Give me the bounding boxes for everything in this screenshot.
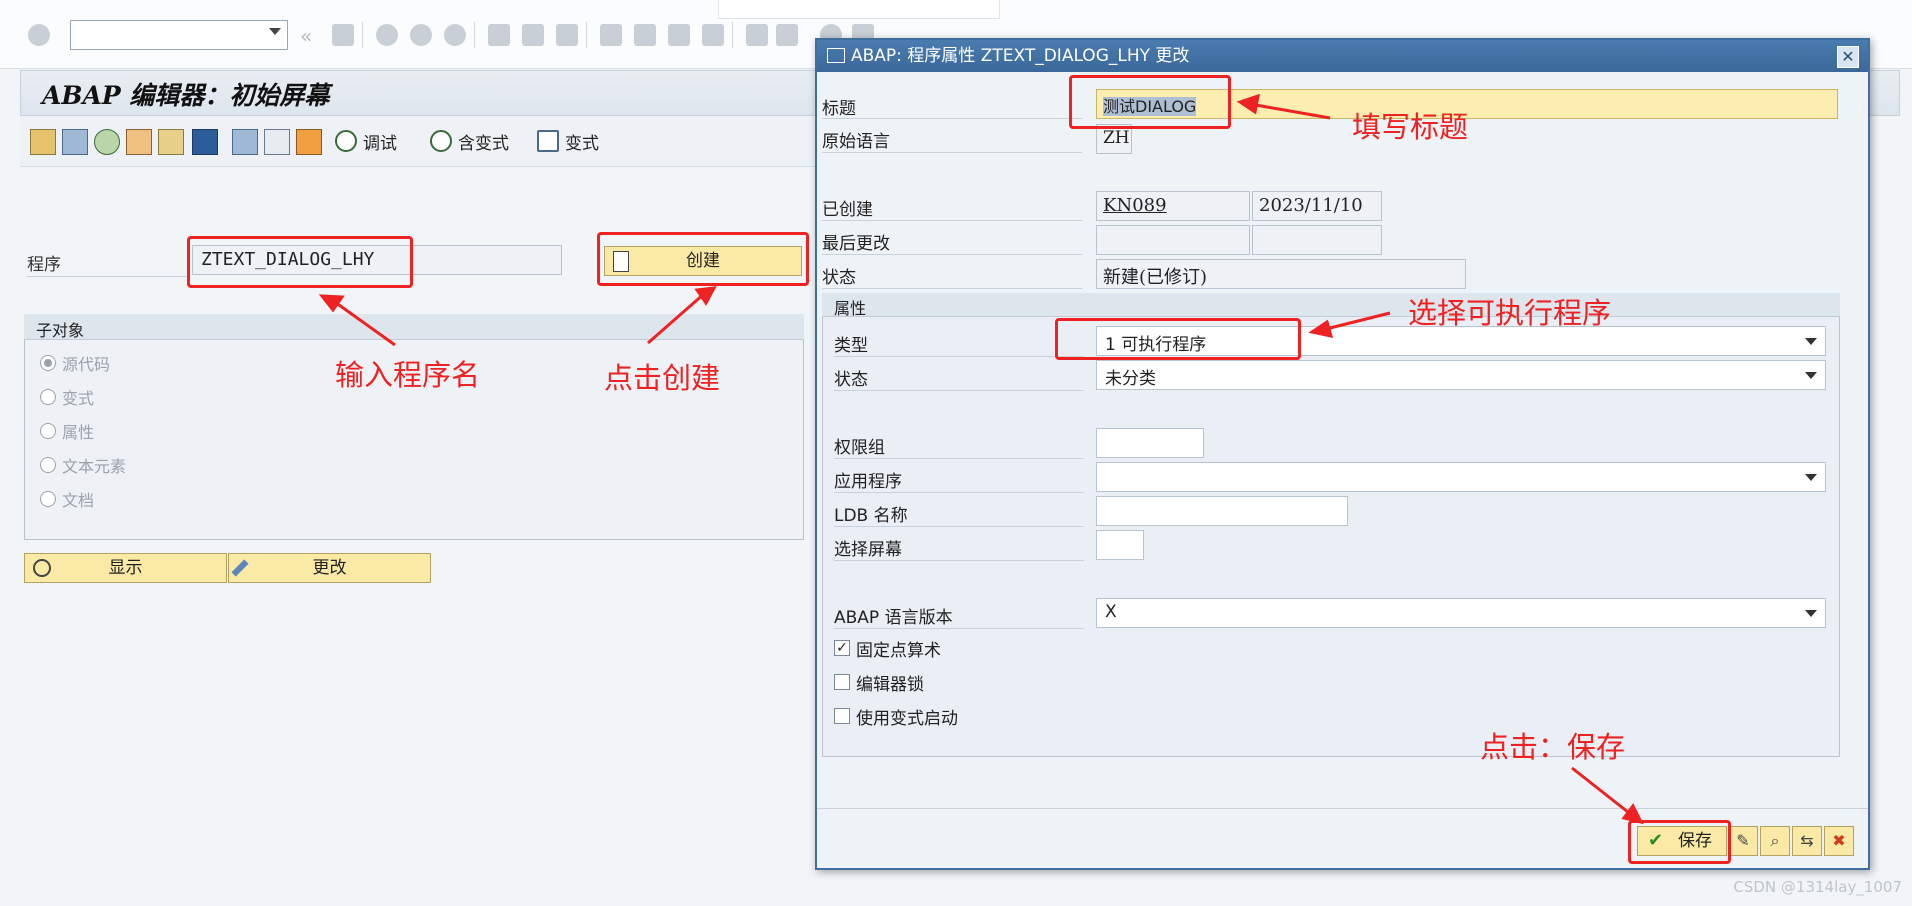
arrow-head: [1621, 803, 1644, 825]
arrow-to-create-button: [647, 291, 706, 345]
arrow-head: [318, 294, 345, 313]
arrow-head: [1308, 319, 1334, 338]
arrow-head: [694, 286, 717, 306]
annotation-fill-title: 填写标题: [1352, 110, 1469, 144]
annotation-click-save: 点击：保存: [1480, 730, 1626, 764]
annotation-arrows: [318, 93, 1644, 825]
annotation-select-type: 选择可执行程序: [1408, 296, 1612, 330]
watermark: CSDN @1314lay_1007: [1733, 878, 1902, 896]
arrow-to-type-select: [1321, 311, 1391, 332]
arrow-to-program-input: [331, 298, 396, 347]
arrow-to-title-input: [1249, 102, 1331, 120]
arrow-head: [1236, 93, 1260, 115]
annotation-click-create: 点击创建: [604, 361, 721, 395]
annotation-enter-program: 输入程序名: [335, 358, 481, 392]
arrow-to-save-button: [1571, 766, 1634, 818]
